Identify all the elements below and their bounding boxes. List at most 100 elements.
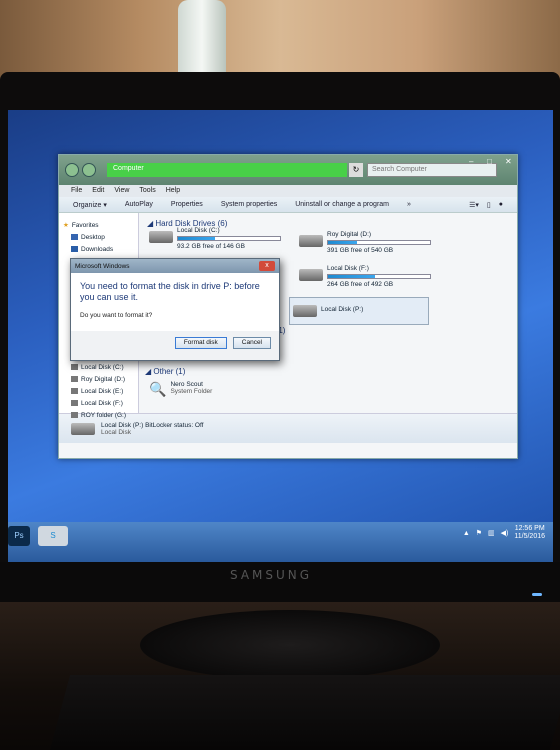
power-led bbox=[532, 593, 542, 596]
taskbar: Ps S ▲ ⚑ ▥ ◀) 12:56 PM 11/5/2016 bbox=[8, 522, 553, 562]
nav-desktop[interactable]: Desktop bbox=[63, 231, 134, 243]
cancel-button[interactable]: Cancel bbox=[232, 337, 271, 349]
drive-icon bbox=[299, 235, 323, 247]
monitor-brand-logo: SAMSUNG bbox=[230, 568, 313, 582]
format-dialog: Microsoft Windows x You need to format t… bbox=[70, 258, 280, 361]
details-bitlocker: BitLocker status: Off bbox=[145, 421, 204, 429]
drive-usage-fill bbox=[328, 275, 375, 278]
nav-drive-f[interactable]: Local Disk (F:) bbox=[63, 397, 134, 409]
refresh-icon[interactable]: ↻ bbox=[349, 163, 363, 177]
show-hidden-icons-icon[interactable]: ▲ bbox=[463, 530, 470, 537]
menu-bar: File Edit View Tools Help bbox=[59, 185, 517, 197]
screen: Computer ↻ Search Computer – □ ✕ File Ed… bbox=[8, 110, 553, 562]
command-bar: Organize ▾ AutoPlay Properties System pr… bbox=[59, 197, 517, 213]
item-name: Nero Scout bbox=[170, 381, 203, 388]
help-icon[interactable]: ● bbox=[499, 201, 503, 209]
photoshop-icon[interactable]: Ps bbox=[8, 526, 30, 546]
menu-file[interactable]: File bbox=[71, 187, 82, 195]
minimize-icon[interactable]: – bbox=[469, 157, 473, 166]
drive-name: Local Disk (F:) bbox=[327, 265, 369, 272]
network-icon[interactable]: ▥ bbox=[488, 529, 495, 537]
forward-button[interactable] bbox=[82, 163, 96, 177]
drive-free: 264 GB free of 492 GB bbox=[327, 281, 394, 288]
properties-button[interactable]: Properties bbox=[171, 201, 203, 208]
drive-f[interactable]: Local Disk (F:) 264 GB free of 492 GB bbox=[299, 265, 431, 288]
nav-downloads[interactable]: Downloads bbox=[63, 243, 134, 255]
drive-usage-bar bbox=[327, 274, 431, 279]
nav-label: ROY folder (G:) bbox=[81, 411, 127, 419]
drive-icon bbox=[299, 269, 323, 281]
explorer-titlebar: Computer ↻ Search Computer – □ ✕ bbox=[59, 155, 517, 185]
nav-drive-d[interactable]: Roy Digital (D:) bbox=[63, 373, 134, 385]
dialog-titlebar: Microsoft Windows x bbox=[71, 259, 279, 273]
nav-label: Roy Digital (D:) bbox=[81, 375, 126, 383]
group-other[interactable]: ◢ Other (1) bbox=[145, 367, 185, 376]
clock-time: 12:56 PM bbox=[514, 525, 545, 532]
dialog-footer: Format disk Cancel bbox=[71, 331, 279, 355]
drive-icon bbox=[71, 422, 95, 435]
dialog-title: Microsoft Windows bbox=[75, 262, 130, 270]
nav-drive-e[interactable]: Local Disk (E:) bbox=[63, 385, 134, 397]
group-label: Other (1) bbox=[153, 367, 186, 376]
format-disk-button[interactable]: Format disk bbox=[174, 337, 227, 349]
menu-tools[interactable]: Tools bbox=[139, 187, 155, 195]
nav-label: Local Disk (C:) bbox=[81, 363, 124, 371]
menu-edit[interactable]: Edit bbox=[92, 187, 104, 195]
drive-c[interactable]: Local Disk (C:) 93.2 GB free of 146 GB bbox=[149, 227, 281, 250]
system-properties-button[interactable]: System properties bbox=[221, 201, 277, 208]
item-type: System Folder bbox=[170, 388, 213, 395]
other-item-nero-scout[interactable]: 🔍 Nero Scout System Folder bbox=[149, 381, 212, 398]
address-bar[interactable]: Computer bbox=[107, 163, 347, 177]
drive-free: 391 GB free of 540 GB bbox=[327, 247, 394, 254]
drive-usage-fill bbox=[178, 237, 215, 240]
system-tray: ▲ ⚑ ▥ ◀) 12:56 PM 11/5/2016 bbox=[463, 525, 545, 541]
menu-view[interactable]: View bbox=[114, 187, 129, 195]
drive-icon bbox=[71, 364, 78, 370]
autoplay-button[interactable]: AutoPlay bbox=[125, 201, 153, 208]
close-icon[interactable]: ✕ bbox=[505, 157, 512, 166]
nav-label: Local Disk (F:) bbox=[81, 399, 123, 407]
preview-pane-icon[interactable]: ▯ bbox=[487, 201, 491, 209]
dialog-question: Do you want to format it? bbox=[80, 312, 153, 319]
nav-label: Desktop bbox=[81, 233, 105, 241]
drive-icon bbox=[293, 305, 317, 317]
back-button[interactable] bbox=[65, 163, 79, 177]
nav-drive-c[interactable]: Local Disk (C:) bbox=[63, 361, 134, 373]
details-type: Local Disk bbox=[101, 428, 131, 436]
drive-usage-bar bbox=[327, 240, 431, 245]
dialog-body: You need to format the disk in drive P: … bbox=[71, 273, 279, 331]
clock[interactable]: 12:56 PM 11/5/2016 bbox=[514, 525, 545, 541]
flag-icon[interactable]: ⚑ bbox=[476, 529, 482, 537]
organize-button[interactable]: Organize ▾ bbox=[73, 201, 107, 209]
uninstall-button[interactable]: Uninstall or change a program bbox=[295, 201, 389, 208]
desktop-icon bbox=[71, 234, 78, 240]
volume-icon[interactable]: ◀) bbox=[501, 529, 509, 537]
drive-icon bbox=[149, 231, 173, 243]
drive-icon bbox=[71, 412, 78, 418]
details-name: Local Disk (P:) bbox=[101, 421, 144, 429]
view-options-icon[interactable]: ☰▾ bbox=[469, 201, 479, 209]
maximize-icon[interactable]: □ bbox=[487, 157, 492, 166]
drive-free: 93.2 GB free of 146 GB bbox=[177, 243, 245, 250]
nav-label: Favorites bbox=[71, 221, 99, 229]
nav-label: Local Disk (E:) bbox=[81, 387, 124, 395]
drive-p[interactable]: Local Disk (P:) bbox=[289, 297, 429, 325]
dialog-message: You need to format the disk in drive P: … bbox=[80, 281, 260, 302]
drive-icon bbox=[71, 388, 78, 394]
skype-icon[interactable]: S bbox=[38, 526, 68, 546]
drive-usage-fill bbox=[328, 241, 357, 244]
drive-usage-bar bbox=[177, 236, 281, 241]
star-icon: ★ bbox=[63, 222, 69, 229]
search-input[interactable]: Search Computer bbox=[367, 163, 497, 177]
nav-label: Downloads bbox=[81, 245, 114, 253]
monitor-stand bbox=[140, 610, 440, 680]
drive-d[interactable]: Roy Digital (D:) 391 GB free of 540 GB bbox=[299, 231, 431, 254]
more-button[interactable]: » bbox=[407, 201, 411, 208]
clock-date: 11/5/2016 bbox=[514, 533, 545, 540]
dialog-close-button[interactable]: x bbox=[259, 261, 275, 271]
bottle bbox=[178, 0, 226, 78]
menu-help[interactable]: Help bbox=[166, 187, 180, 195]
drive-icon bbox=[71, 400, 78, 406]
nav-favorites[interactable]: ★ Favorites bbox=[63, 219, 134, 231]
nav-drive-g[interactable]: ROY folder (G:) bbox=[63, 409, 134, 421]
